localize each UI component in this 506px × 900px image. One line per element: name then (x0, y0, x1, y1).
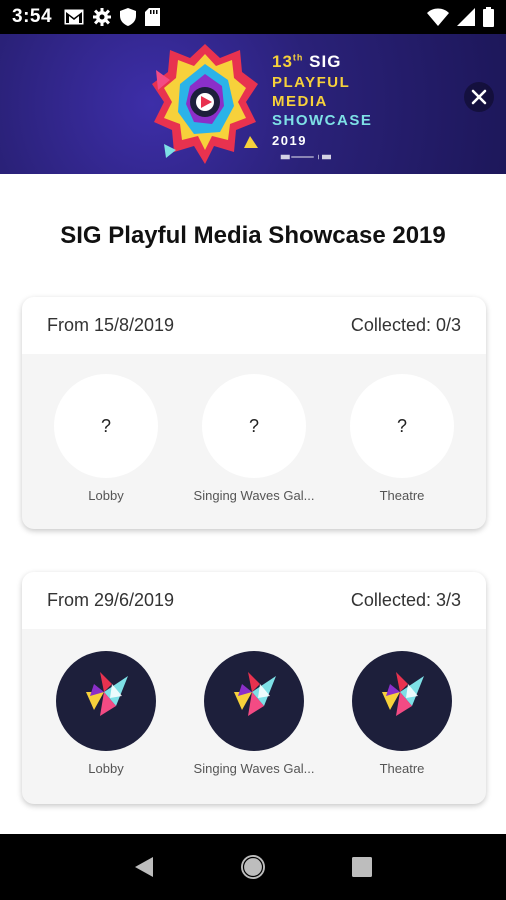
home-icon (240, 855, 265, 879)
settings-icon (93, 8, 112, 26)
badge-row: Lobby Singing Waves Gal... Theatre (22, 629, 486, 776)
badge-theatre[interactable]: Theatre (349, 651, 455, 776)
event-banner: 13th SIG PLAYFUL MEDIA SHOWCASE 2019 (0, 34, 506, 174)
card-header: From 29/6/2019 Collected: 3/3 (22, 572, 486, 629)
badge-label: Theatre (379, 761, 425, 776)
status-icons-right (427, 7, 494, 27)
status-bar: 3:54 (0, 0, 506, 34)
close-button[interactable] (464, 82, 494, 112)
badge-label: Theatre (379, 488, 425, 503)
back-button[interactable] (124, 847, 164, 887)
card-from-date: From 29/6/2019 (47, 590, 175, 610)
showcase-badge-icon (86, 672, 128, 716)
badge-lobby[interactable]: ? Lobby (53, 374, 159, 503)
showcase-badge-icon (382, 672, 424, 716)
collected-badge (352, 651, 452, 751)
screen: 3:54 13th SIG PLAYFUL MEDIA SHOWCASE 201… (0, 0, 506, 900)
badge-label: Singing Waves Gal... (193, 488, 315, 503)
home-button[interactable] (233, 847, 273, 887)
banner-line-3: SHOWCASE (272, 112, 373, 129)
banner-line-1: PLAYFUL (272, 74, 351, 91)
badge-label: Lobby (88, 761, 124, 776)
badge-singing-waves[interactable]: Singing Waves Gal... (194, 651, 314, 776)
navigation-bar (0, 834, 506, 900)
status-time: 3:54 (12, 6, 53, 27)
badge-card: From 15/8/2019 Collected: 0/3 ? Lobby ? … (22, 297, 486, 529)
banner-line-2: MEDIA (272, 93, 328, 110)
battery-icon (483, 7, 494, 27)
banner-edition-number: 13 (272, 52, 293, 71)
card-header: From 15/8/2019 Collected: 0/3 (22, 297, 486, 354)
cell-signal-icon (457, 8, 475, 26)
showcase-logo-art (152, 44, 258, 164)
card-collected-count: Collected: 0/3 (350, 315, 461, 335)
banner-edition-suffix: th (292, 52, 304, 63)
close-icon (471, 89, 487, 105)
recents-button[interactable] (342, 847, 382, 887)
badge-placeholder: ? (54, 374, 158, 478)
badge-label: Lobby (88, 488, 124, 503)
recents-icon (351, 857, 372, 877)
showcase-badge-icon (234, 672, 276, 716)
badge-singing-waves[interactable]: ? Singing Waves Gal... (194, 374, 314, 503)
gmail-icon (64, 9, 84, 25)
card-from-date: From 15/8/2019 (47, 315, 175, 335)
badge-lobby[interactable]: Lobby (53, 651, 159, 776)
badge-row: ? Lobby ? Singing Waves Gal... ? Theatre (22, 354, 486, 503)
page-title: SIG Playful Media Showcase 2019 (60, 222, 446, 249)
shield-icon (120, 8, 137, 26)
badge-label: Singing Waves Gal... (193, 761, 315, 776)
back-icon (135, 857, 154, 877)
card-collected-count: Collected: 3/3 (350, 590, 461, 610)
badge-card: From 29/6/2019 Collected: 3/3 Lobby Sing… (22, 572, 486, 804)
banner-line-4: 2019 (272, 133, 307, 148)
banner-edition: 13th SIG (272, 52, 341, 72)
sponsor-logos (280, 154, 331, 160)
collected-badge (56, 651, 156, 751)
badge-theatre[interactable]: ? Theatre (349, 374, 455, 503)
badge-placeholder: ? (350, 374, 454, 478)
collected-badge (204, 651, 304, 751)
status-icons-left (64, 8, 161, 26)
wifi-icon (427, 8, 449, 26)
badge-placeholder: ? (202, 374, 306, 478)
banner-sig: SIG (309, 52, 342, 71)
sd-card-icon (145, 8, 161, 26)
